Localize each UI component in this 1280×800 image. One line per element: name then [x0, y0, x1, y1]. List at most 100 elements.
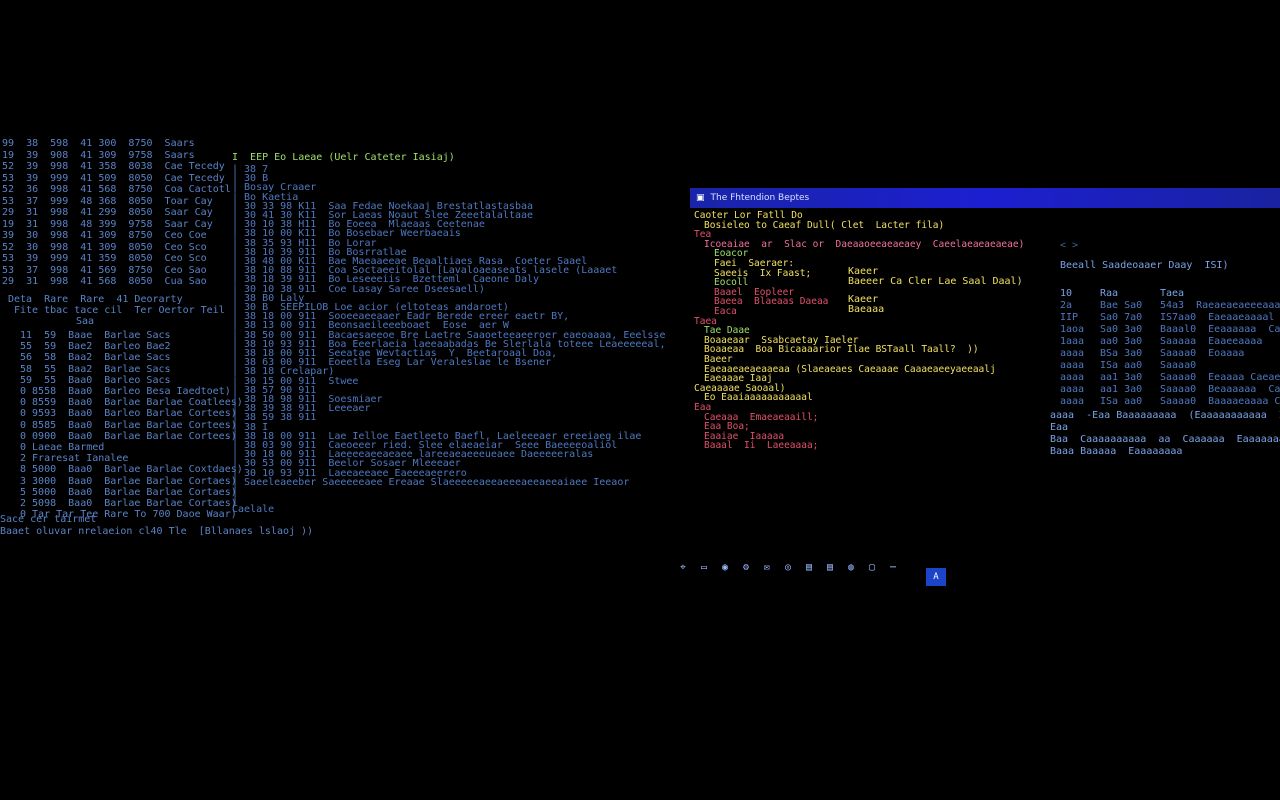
tree-item[interactable]: Boaaeaa Boa Bicaaaarior Ilae BSTaall Taa…: [704, 344, 979, 355]
table-cell: Saaaa0 Beaaaaaa Caeeaeaa: [1160, 384, 1280, 395]
table-cell: aa0 3a0: [1100, 336, 1143, 347]
terminal-row: 99 38 598 41 300 8750 Saars: [2, 138, 195, 149]
terminal-row: 53 37 999 48 368 8050 Toar Cay: [2, 195, 213, 207]
table-header: 10: [1060, 288, 1073, 299]
terminal-row: 0 Laeae Barmed: [20, 442, 105, 453]
terminal-row: 59 55 Baa0 Barleo Sacs: [20, 374, 171, 386]
panel-footer-2: Eaa: [1050, 422, 1069, 433]
table-cell: 1aaa: [1060, 336, 1085, 347]
chrome-icon[interactable]: ◎: [781, 560, 795, 574]
terminal-row: 55 59 Bae2 Barleo Bae2: [20, 341, 171, 353]
table-cell: 54a3 Raeaeaeaeeeaaa: [1160, 300, 1280, 311]
terminal-row: 3 3000 Baa0 Barlae Barlae Cortaes): [20, 475, 237, 487]
tree-item[interactable]: Baaal Ii Laeeaaaa;: [704, 440, 818, 451]
table-cell: Bae Sa0: [1100, 300, 1143, 311]
table-header: Raa: [1100, 288, 1119, 299]
file-explorer-window[interactable]: ▣ The Fhtendion Beptes Caoter Lor Fatll …: [690, 188, 1280, 478]
terminal-row: 52 30 998 41 309 8050 Ceo Sco: [2, 241, 207, 253]
table-cell: Baaal0 Eeaaaaaa Caaa: [1160, 324, 1280, 335]
terminal-row: 29 31 998 41 568 8050 Cua Sao: [2, 276, 207, 287]
terminal-row: 19 39 908 41 309 9758 Saars: [2, 149, 195, 161]
table-cell: aaaa: [1060, 372, 1085, 383]
terminal-row: 5 5000 Baa0 Barlae Barlae Cortaes): [20, 486, 237, 498]
window-titlebar[interactable]: ▣ The Fhtendion Beptes: [690, 188, 1280, 208]
tree-item[interactable]: Eo Eaaiaaaaaaaaaaal: [704, 392, 813, 403]
table-cell: Saaaaa Eaaeeaaaa: [1160, 336, 1263, 347]
globe-icon[interactable]: ◉: [718, 560, 732, 574]
terminal-row: 8 5000 Baa0 Barlae Barlae Coxtdaes): [20, 464, 243, 476]
window-icon: ▣: [696, 192, 705, 203]
terminal-row: 53 39 999 41 359 8050 Ceo Sco: [2, 253, 207, 264]
section-header-2: Fite tbac tace cil Ter Oertor Teil: [14, 305, 225, 316]
mail-icon[interactable]: ✉: [760, 560, 774, 574]
terminal-row: 52 39 998 41 358 8038 Cae Tecedy: [2, 161, 225, 172]
table-cell: Saaaa0: [1160, 360, 1197, 371]
panel-title: Beeall Saadeoaaer Daay ISI): [1060, 260, 1229, 271]
table-cell: aa1 3a0: [1100, 372, 1143, 383]
table-cell: Saaaa0 Eoaaaa: [1160, 348, 1245, 359]
settings-icon[interactable]: ⚙: [739, 560, 753, 574]
tree-item[interactable]: Eaca: [714, 306, 737, 317]
pin-icon[interactable]: ⌖: [676, 560, 690, 574]
terminal-row: 53 37 998 41 569 8750 Ceo Sao: [2, 264, 207, 276]
terminal-row: 0 8585 Baa0 Barlae Barlae Cortees): [20, 419, 237, 431]
detail-panel: < > Beeall Saadeoaaer Daay ISI) 10 Raa Tae…: [1050, 240, 1280, 500]
terminal-row: 56 58 Baa2 Barlae Sacs: [20, 352, 171, 364]
terminal-row: 29 31 998 41 299 8050 Saar Cay: [2, 207, 213, 218]
terminal-header: I EEP Eo Laeae (Uelr Cateter Iasiaj): [232, 152, 455, 163]
terminal-row: 11 59 Baae Barlae Sacs: [20, 330, 171, 341]
table-cell: 2a: [1060, 300, 1073, 311]
more-icon[interactable]: ⋯: [886, 560, 900, 574]
window-content: Caoter Lor Fatll Do Bosieleo to Caeaf Dul…: [690, 210, 1280, 478]
value-cell: Baeeer Ca Cler Lae Saal Daal): [848, 276, 1023, 287]
terminal-row: 2 5098 Baa0 Barlae Barlae Cortaes): [20, 498, 237, 509]
section-subheader: Saa: [76, 316, 95, 327]
active-taskbar-label: A: [933, 571, 939, 582]
taskbar: ⌖ ▭ ◉ ⚙ ✉ ◎ ▤ ▤ ◍ ▢ ⋯ A: [676, 556, 956, 590]
table-cell: Saaaa0 Baaaaeaaaa Caeaaeaa: [1160, 396, 1280, 407]
table-cell: Saaaa0 Eeaaaa Caeaeaaa: [1160, 372, 1280, 383]
table-cell: IS7aa0 Eaeaaeaaaal: [1160, 312, 1275, 323]
terminal-row: 0 8559 Baa0 Barlae Barlae Coatlees): [20, 397, 243, 409]
panel-footer-4: Baaa Baaaaa Eaaaaaaaa: [1050, 446, 1183, 457]
value-cell: Baeaaa: [848, 304, 885, 315]
terminal-row: 0 9593 Baa0 Barleo Barlae Cortees): [20, 408, 237, 420]
log-line: | Saeeleaeeber Saeeeeeaee Ereaae Slaeeee…: [232, 476, 630, 488]
tree-item[interactable]: Icoeaiae ar Slac or Daeaaoeeaeaeaey Caee…: [704, 239, 1024, 250]
log-line: Caelale: [232, 504, 275, 516]
browser-icon[interactable]: ◍: [844, 560, 858, 574]
section-header: Deta Rare Rare 41 Deorarty: [8, 294, 183, 305]
terminal-footer: Sace cer tairmet: [0, 514, 97, 525]
table-cell: Sa0 7a0: [1100, 312, 1143, 323]
terminal-row: 2 Fraresat Ianalee: [20, 453, 129, 465]
panel-footer-1: aaaa -Eaa Baaaaaaaaa (Eaaaaaaaaaaa Iaa: [1050, 410, 1280, 421]
table-cell: IIP: [1060, 312, 1079, 323]
folder-icon[interactable]: ▤: [802, 560, 816, 574]
middle-terminal-pane: I EEP Eo Laeae (Uelr Cateter Iasiaj) | 3…: [230, 152, 665, 532]
table-cell: ISa aa0: [1100, 396, 1143, 407]
table-cell: aaaa: [1060, 360, 1085, 371]
table-cell: Sa0 3a0: [1100, 324, 1143, 335]
terminal-row: 19 31 998 48 399 9758 Saar Cay: [2, 218, 213, 230]
table-cell: aaaa: [1060, 396, 1085, 407]
table-cell: ISa aa0: [1100, 360, 1143, 371]
folder-icon[interactable]: ▤: [823, 560, 837, 574]
table-header: Taea: [1160, 288, 1185, 299]
panel-footer-3: Baa Caaaaaaaaaa aa Caaaaaa Eaaaaaaaa: [1050, 434, 1280, 445]
nav-arrows[interactable]: < >: [1060, 240, 1078, 251]
file-icon[interactable]: ▢: [865, 560, 879, 574]
table-cell: BSa 3a0: [1100, 348, 1143, 359]
window-title: The Fhtendion Beptes: [710, 192, 810, 203]
table-cell: aaaa: [1060, 348, 1085, 359]
tree-item[interactable]: Bosieleo to Caeaf Dull( Clet Lacter fila…: [704, 220, 944, 231]
terminal-row: 53 39 999 41 509 8050 Cae Tecedy: [2, 172, 225, 184]
table-cell: 1aoa: [1060, 324, 1085, 335]
active-taskbar-button[interactable]: A: [926, 568, 946, 586]
table-cell: aaaa: [1060, 384, 1085, 395]
terminal-row: 39 30 998 41 309 8750 Ceo Coe: [2, 230, 207, 241]
table-cell: aa1 3a0: [1100, 384, 1143, 395]
terminal-row: 0 8558 Baa0 Barleo Besa Iaedtoet): [20, 386, 231, 397]
monitor-icon[interactable]: ▭: [697, 560, 711, 574]
terminal-row: 0 0900 Baa0 Barlae Barlae Cortees): [20, 430, 237, 442]
terminal-row: 52 36 998 41 568 8750 Coa Cactotl: [2, 184, 231, 195]
